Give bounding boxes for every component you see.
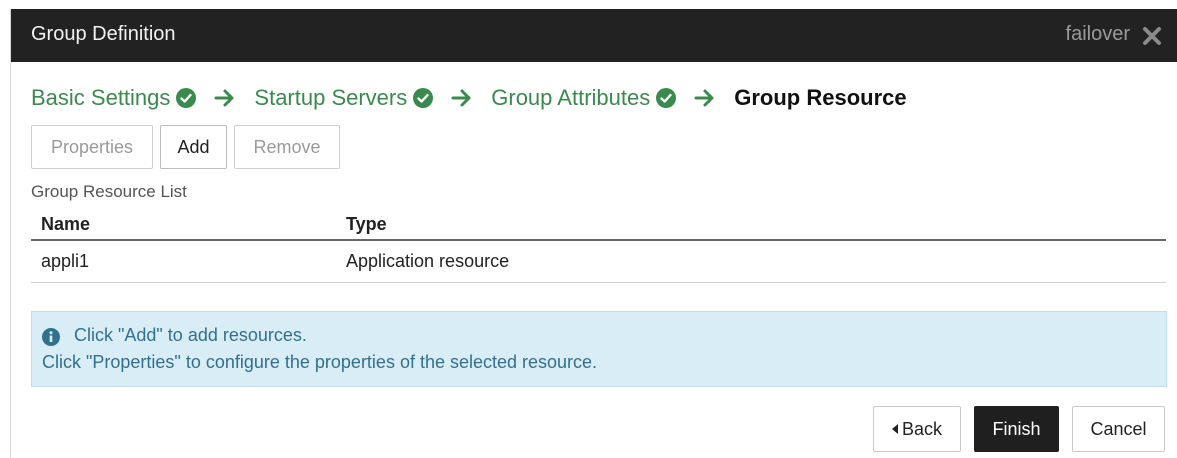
- properties-button[interactable]: Properties: [31, 125, 153, 169]
- add-button[interactable]: Add: [160, 125, 227, 169]
- resource-type-cell: Application resource: [346, 251, 510, 271]
- group-resource-list-label: Group Resource List: [31, 182, 187, 201]
- info-message: Click "Add" to add resources. Click "Pro…: [31, 311, 1167, 387]
- step-group-attributes[interactable]: Group Attributes: [491, 85, 677, 111]
- close-icon[interactable]: [1141, 25, 1163, 47]
- check-circle-icon: [176, 88, 197, 108]
- table-row[interactable]: appli1 Application resource: [31, 241, 1166, 283]
- check-circle-icon: [656, 88, 677, 108]
- resource-toolbar: Properties Add Remove: [31, 125, 340, 169]
- back-button-label: Back: [901, 418, 943, 439]
- group-definition-dialog: Group Definition failover Basic Settings…: [10, 9, 1177, 458]
- arrow-right-icon: [451, 88, 473, 108]
- info-icon: [42, 327, 60, 346]
- info-line-1: Click "Add" to add resources.: [74, 325, 307, 345]
- dialog-titlebar: Group Definition failover: [11, 9, 1177, 62]
- step-label: Group Attributes: [491, 85, 651, 110]
- cluster-name: failover: [1065, 23, 1130, 45]
- check-circle-icon: [413, 88, 434, 108]
- wizard-steps: Basic Settings Startup Servers Group Att…: [31, 83, 907, 113]
- arrow-right-icon: [694, 88, 716, 108]
- info-line-2: Click "Properties" to configure the prop…: [42, 352, 598, 372]
- info-line-1-row: Click "Add" to add resources.: [42, 322, 1156, 349]
- group-resource-table: Name Type appli1 Application resource: [31, 209, 1166, 283]
- step-basic-settings[interactable]: Basic Settings: [31, 85, 197, 111]
- cancel-button[interactable]: Cancel: [1072, 406, 1165, 452]
- column-header-name: Name: [41, 213, 91, 234]
- step-label: Basic Settings: [31, 85, 171, 110]
- arrow-right-icon: [214, 88, 236, 108]
- finish-button[interactable]: Finish: [974, 406, 1059, 452]
- resource-name-cell: appli1: [41, 251, 90, 271]
- back-button[interactable]: Back: [873, 406, 961, 452]
- remove-button[interactable]: Remove: [234, 125, 340, 169]
- step-label: Group Resource: [734, 85, 907, 110]
- dialog-footer: Back Finish Cancel: [873, 406, 1165, 452]
- table-header: Name Type: [31, 209, 1166, 241]
- caret-left-icon: [891, 424, 898, 434]
- dialog-title: Group Definition: [31, 23, 176, 45]
- column-header-type: Type: [346, 213, 387, 234]
- step-label: Startup Servers: [254, 85, 408, 110]
- step-group-resource: Group Resource: [734, 85, 906, 111]
- step-startup-servers[interactable]: Startup Servers: [254, 85, 434, 111]
